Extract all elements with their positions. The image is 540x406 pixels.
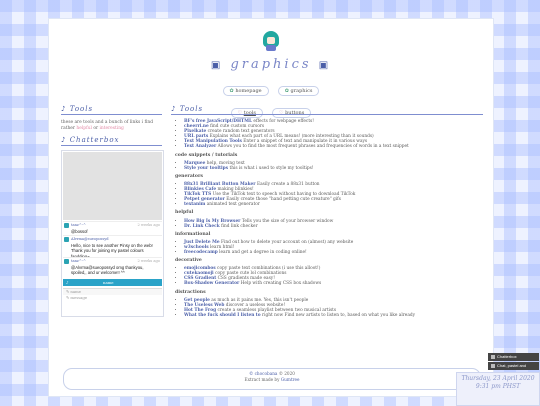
tool-list: Just Delete Me Find out how to delete yo… <box>171 240 483 255</box>
sidebar: ♪ Tools these are tools and a bunch of l… <box>61 105 164 317</box>
section-heading: generators <box>175 173 203 179</box>
page-title: ▣ graphics ▣ <box>49 57 493 72</box>
tool-description: Allows you to find the most frequent phr… <box>217 144 409 150</box>
chat-message: tanz^-^ 2 weeks ago @Alvrma@sueopossyd om… <box>63 257 162 277</box>
avatar <box>64 223 69 228</box>
tool-link[interactable]: What the fuck should I listen to <box>184 313 261 318</box>
avatar <box>64 259 69 264</box>
tool-description: learn and get a degree in coding online! <box>219 249 307 255</box>
list-item: freecodecamp learn and get a degree in c… <box>184 250 483 255</box>
list-item: Style your tooltips this is what i used … <box>184 166 483 171</box>
graphics-link[interactable]: ✿ graphics <box>277 86 320 96</box>
chat-message: tanz^-^ 2 weeks ago @bossof <box>63 221 162 236</box>
clock-date: Thursday, 23 April 2020 <box>461 375 535 382</box>
helpful-link[interactable]: helpful <box>76 126 92 131</box>
section-heading: distractions <box>175 289 206 295</box>
tool-list: Get people as much as it pains me. Yes, … <box>171 298 483 318</box>
tool-description: this is what i used to style my tooltips… <box>229 165 314 171</box>
avatar <box>64 237 69 242</box>
footer-credit[interactable]: © chocobana <box>249 371 277 376</box>
section-heading: informational <box>175 231 211 237</box>
tool-description: Help with creating CSS box shadows <box>240 281 322 287</box>
tool-link[interactable]: freecodecamp <box>184 250 218 255</box>
badge-icon <box>491 354 495 359</box>
tool-description: Easily create a 88x31 button <box>256 181 320 187</box>
music-note-icon: ♪ <box>66 280 69 285</box>
main-content: ♪ Tools BF's free JavaScript/DHTML effec… <box>171 105 483 318</box>
tool-description: animated text generator <box>206 202 260 208</box>
tool-link[interactable]: Box-Shadow Generator <box>184 281 239 286</box>
section-heading: decorative <box>175 258 202 264</box>
tool-list: 88x31 Brilliant Button Maker Easily crea… <box>171 182 483 207</box>
section-heading: helpful <box>175 210 194 216</box>
folder-icon: ▣ <box>210 60 224 71</box>
badge-icon <box>491 363 495 368</box>
tool-list: How Big Is My Browser Tells you the size… <box>171 219 483 229</box>
section-heading: code snippets / tutorials <box>175 152 238 158</box>
footer: © chocobana © 2020 Extract made by Gumtr… <box>63 368 481 390</box>
tool-list: emojicombos copy paste text combinations… <box>171 266 483 286</box>
tool-list: Marquee help, moving textStyle your tool… <box>171 161 483 171</box>
title-text: graphics <box>230 57 312 72</box>
chat-name-label: name <box>103 280 114 285</box>
clock-time: 9:31 pm PHST <box>475 383 521 390</box>
chat-toolbar[interactable]: ♪ name <box>63 279 162 286</box>
leaf-icon: ✿ <box>284 88 289 94</box>
page-card: ▣ graphics ▣ ✿ homepage ✿ graphics ♡ too… <box>48 18 494 397</box>
list-item: Box-Shadow Generator Help with creating … <box>184 281 483 286</box>
nav-pills-row1: ✿ homepage ✿ graphics <box>49 77 493 96</box>
list-item: Text Analyzer Allows you to find the mos… <box>184 144 483 149</box>
list-item: Dr. Link Check find link checker <box>184 224 483 229</box>
chat-inputs: ✎ name ✎ message <box>63 288 162 301</box>
tool-link[interactable]: Dr. Link Check <box>184 224 220 229</box>
homepage-link[interactable]: ✿ homepage <box>222 86 269 96</box>
interesting-link[interactable]: interesting <box>99 126 123 131</box>
chat-placeholder-area <box>63 152 162 220</box>
folder-icon: ▣ <box>318 60 332 71</box>
sidebar-tools-text: these are tools and a bunch of links i f… <box>61 120 154 131</box>
leaf-icon: ✿ <box>229 88 234 94</box>
chatterbox-heading: ♪ Chatterbox <box>61 136 162 146</box>
tool-link[interactable]: Style your tooltips <box>184 166 228 171</box>
tool-link[interactable]: textanim <box>184 202 205 207</box>
badge-1[interactable]: Chatterbox <box>488 353 539 361</box>
badge-2[interactable]: Chat, pastel and wanna use it! <box>488 362 539 376</box>
tool-link[interactable]: Text Analyzer <box>184 144 216 149</box>
chatterbox-widget: tanz^-^ 2 weeks ago @bossof Alvrma@sueopo… <box>61 150 164 317</box>
chat-message-field[interactable]: ✎ message <box>63 295 162 301</box>
list-item: textanim animated text generator <box>184 202 483 207</box>
footer-credit-link[interactable]: Gumtree <box>281 377 300 382</box>
list-item: What the fuck should I listen to right n… <box>184 313 483 318</box>
tool-description: Find out how to delete your account on (… <box>220 239 354 245</box>
sidebar-tools-heading: ♪ Tools <box>61 105 162 115</box>
clock-widget: Thursday, 23 April 2020 9:31 pm PHST <box>456 372 540 406</box>
tool-description: find link checker <box>221 223 258 229</box>
tools-heading: ♪ Tools <box>171 105 483 115</box>
tool-list: BF's free JavaScript/DHTML effects for w… <box>171 119 483 150</box>
mascot-avatar-icon <box>261 29 281 51</box>
tools-list: BF's free JavaScript/DHTML effects for w… <box>171 119 483 318</box>
tool-description: right now Find new artists to listen to,… <box>262 312 416 318</box>
